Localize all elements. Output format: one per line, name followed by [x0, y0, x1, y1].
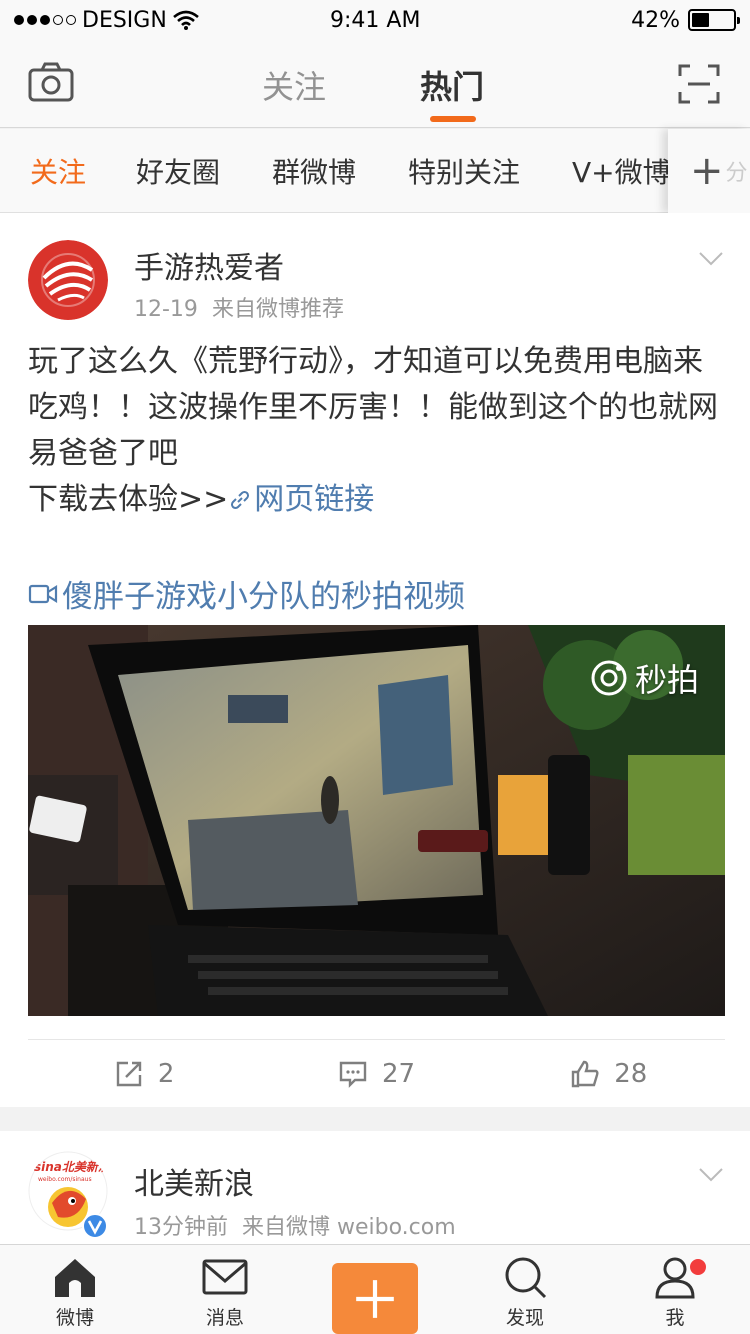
status-left: DESIGN — [14, 8, 199, 33]
status-bar: DESIGN 9:41 AM 42% — [0, 0, 750, 40]
comment-button[interactable]: 27 — [260, 1040, 492, 1107]
post-source: 来自微博推荐 — [211, 297, 344, 322]
tab-discover[interactable]: 发现 — [450, 1245, 600, 1334]
tab-home-label: 微博 — [55, 1307, 94, 1329]
tab-messages-label: 消息 — [205, 1307, 244, 1329]
miaopai-watermark: 秒拍 — [589, 655, 699, 701]
plus-icon — [356, 1279, 394, 1318]
miaopai-label: 秒拍 — [634, 661, 699, 699]
like-button[interactable]: 28 — [493, 1040, 725, 1107]
svg-text:sina北美新浪: sina北美新浪 — [34, 1160, 108, 1174]
search-icon — [505, 1257, 547, 1299]
tab-messages[interactable]: 消息 — [150, 1245, 300, 1334]
netease-logo-icon — [28, 240, 108, 320]
post-body: 玩了这么久《荒野行动》，才知道可以免费用电脑来吃鸡！！这波操作里不厉害！！能做到… — [28, 344, 718, 471]
post-text: 玩了这么久《荒野行动》，才知道可以免费用电脑来吃鸡！！这波操作里不厉害！！能做到… — [28, 339, 722, 523]
feed-card: 手游热爱者 12-19 来自微博推荐 玩了这么久《荒野行动》，才知道可以免费用电脑… — [0, 213, 750, 1107]
carrier-name: DESIGN — [82, 7, 167, 33]
video-link[interactable]: 傻胖子游戏小分队的秒拍视频 — [28, 571, 465, 616]
group-more-fade: 分 — [725, 161, 748, 186]
compose-button[interactable] — [332, 1263, 418, 1334]
post-time: 13分钟前 — [134, 1215, 228, 1240]
post-actions: 2 27 28 — [28, 1039, 725, 1107]
group-filter-bar: 关注 好友圈 群微博 特别关注 V+微博 + 分 — [0, 129, 750, 213]
repost-icon — [116, 1061, 142, 1086]
scan-icon[interactable] — [678, 64, 720, 104]
link-icon — [231, 490, 250, 510]
camera-icon[interactable] — [28, 62, 74, 102]
repost-count: 2 — [157, 1058, 175, 1089]
top-nav-bar: 关注 热门 — [0, 40, 750, 128]
group-item-group-weibo[interactable]: 群微博 — [272, 151, 356, 191]
tab-me[interactable]: 我 — [600, 1245, 750, 1334]
group-item-friends[interactable]: 好友圈 — [136, 151, 220, 191]
video-thumbnail[interactable]: 秒拍 — [28, 625, 725, 1016]
author-name[interactable]: 手游热爱者 — [134, 243, 284, 287]
battery-icon — [688, 9, 740, 31]
battery-percent: 42% — [631, 7, 680, 33]
post-meta: 13分钟前 来自微博 weibo.com — [134, 1209, 456, 1241]
post-date: 12-19 — [134, 297, 198, 322]
add-group-button[interactable]: + 分 — [668, 129, 750, 213]
group-item-special-follow[interactable]: 特别关注 — [408, 151, 520, 191]
active-tab-indicator — [430, 116, 476, 122]
like-count: 28 — [614, 1058, 648, 1089]
comment-icon — [339, 1061, 367, 1088]
avatar[interactable] — [28, 240, 108, 320]
wifi-icon — [172, 10, 199, 30]
repost-button[interactable]: 2 — [28, 1040, 260, 1107]
tab-me-label: 我 — [665, 1307, 685, 1329]
home-icon — [55, 1259, 95, 1297]
group-item-follow[interactable]: 关注 — [30, 151, 86, 191]
tab-home[interactable]: 微博 — [0, 1245, 150, 1334]
tab-hot[interactable]: 热门 — [420, 62, 484, 108]
chevron-down-icon[interactable] — [698, 1167, 724, 1183]
status-time: 9:41 AM — [330, 7, 421, 33]
comment-count: 27 — [381, 1058, 416, 1089]
verified-badge-icon — [82, 1213, 108, 1239]
bottom-tab-bar: 微博 消息 发现 我 — [0, 1244, 750, 1334]
tab-follow[interactable]: 关注 — [262, 62, 326, 108]
svg-text:weibo.com/sinaus: weibo.com/sinaus — [38, 1176, 92, 1183]
thumbs-up-icon — [572, 1060, 599, 1087]
miaopai-logo-icon — [591, 660, 627, 696]
notification-dot — [690, 1259, 706, 1275]
signal-strength-icon — [14, 15, 76, 25]
plus-icon: + — [690, 148, 724, 194]
status-right: 42% — [631, 7, 740, 33]
post-source: 来自微博 weibo.com — [242, 1215, 456, 1240]
author-name[interactable]: 北美新浪 — [134, 1159, 254, 1203]
tab-discover-label: 发现 — [505, 1307, 544, 1329]
web-link-label: 网页链接 — [254, 482, 375, 517]
video-link-label: 傻胖子游戏小分队的秒拍视频 — [62, 579, 465, 615]
video-camera-icon — [28, 584, 58, 603]
battery-fill — [692, 13, 709, 27]
post-meta: 12-19 来自微博推荐 — [134, 291, 344, 323]
mail-icon — [202, 1259, 248, 1295]
chevron-down-icon[interactable] — [698, 251, 724, 267]
tab-compose[interactable] — [300, 1245, 450, 1334]
post-download-prefix: 下载去体验>> — [28, 482, 229, 517]
web-link[interactable]: 网页链接 — [228, 482, 374, 517]
feed-card: sina北美新浪 weibo.com/sinaus 北美新浪 13分钟前 来自微博… — [0, 1131, 750, 1251]
group-item-vplus[interactable]: V+微博 — [572, 151, 671, 191]
